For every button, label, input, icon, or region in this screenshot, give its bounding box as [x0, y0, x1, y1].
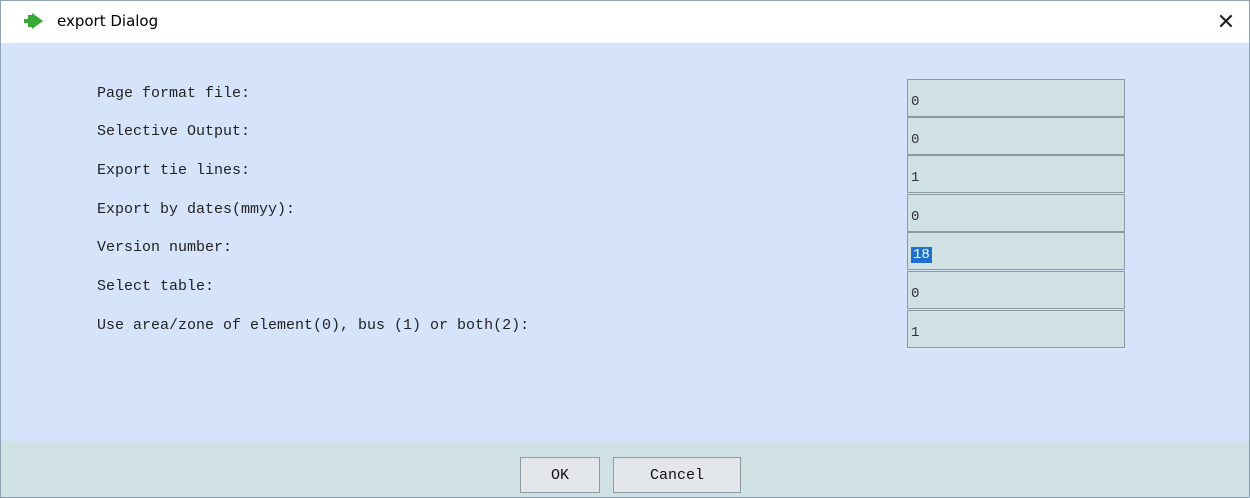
export-by-dates-value: 0: [911, 209, 920, 225]
area-zone-input[interactable]: 1: [907, 310, 1125, 348]
selective-output-label: Selective Output:: [97, 123, 251, 140]
export-by-dates-label: Export by dates(mmyy):: [97, 201, 296, 218]
cancel-button[interactable]: Cancel: [613, 457, 741, 493]
export-tie-lines-label: Export tie lines:: [97, 162, 251, 179]
export-by-dates-input[interactable]: 0: [907, 194, 1125, 232]
dialog-content: Page format file: Selective Output: Expo…: [1, 43, 1249, 441]
close-button[interactable]: ✕: [1203, 1, 1249, 43]
area-zone-value: 1: [911, 325, 920, 341]
export-dialog: export Dialog ✕ Page format file: Select…: [0, 0, 1250, 498]
version-number-label: Version number:: [97, 239, 233, 256]
page-format-file-value: 0: [911, 94, 920, 110]
window-title: export Dialog: [57, 12, 159, 30]
export-tie-lines-input[interactable]: 1: [907, 155, 1125, 193]
select-table-label: Select table:: [97, 278, 215, 295]
select-table-value: 0: [911, 286, 920, 302]
select-table-input[interactable]: 0: [907, 271, 1125, 309]
title-bar[interactable]: export Dialog ✕: [1, 1, 1249, 43]
close-icon: ✕: [1216, 9, 1236, 35]
selective-output-input[interactable]: 0: [907, 117, 1125, 155]
version-number-value: 18: [911, 247, 932, 263]
ok-button[interactable]: OK: [520, 457, 600, 493]
selective-output-value: 0: [911, 132, 920, 148]
export-tie-lines-value: 1: [911, 170, 920, 186]
area-zone-label: Use area/zone of element(0), bus (1) or …: [97, 317, 530, 334]
green-arrow-icon: [24, 13, 43, 29]
button-bar: OK Cancel: [1, 441, 1249, 497]
page-format-file-label: Page format file:: [97, 85, 251, 102]
version-number-input[interactable]: 18: [907, 232, 1125, 270]
page-format-file-input[interactable]: 0: [907, 79, 1125, 117]
